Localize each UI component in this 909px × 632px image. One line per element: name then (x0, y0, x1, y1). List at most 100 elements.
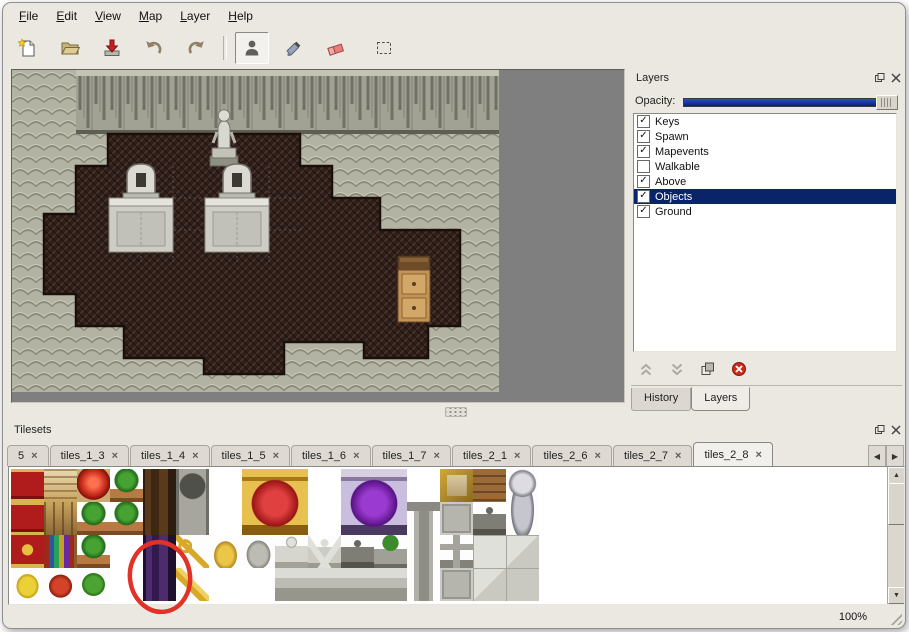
menu-edit[interactable]: Edit (48, 6, 85, 26)
tileset-tab-5[interactable]: 5× (7, 445, 49, 466)
float-panel-icon[interactable] (874, 424, 886, 436)
tileset-tab-tiles_1_3[interactable]: tiles_1_3× (50, 445, 129, 466)
opacity-slider-track[interactable] (683, 98, 898, 107)
tab-close-icon[interactable]: × (755, 450, 761, 460)
tile-door-stone[interactable] (176, 469, 209, 535)
menu-layer[interactable]: Layer (172, 6, 218, 26)
tile-door-purple[interactable] (143, 535, 176, 601)
tab-scroll-right-icon[interactable]: ▶ (886, 445, 904, 467)
tileset-tab-tiles_1_5[interactable]: tiles_1_5× (211, 445, 290, 466)
layer-list[interactable]: ✓Keys✓Spawn✓MapeventsWalkable✓Above✓Obje… (633, 113, 897, 352)
layer-row-walkable[interactable]: Walkable (634, 159, 896, 174)
tileset-tab-tiles_2_7[interactable]: tiles_2_7× (613, 445, 692, 466)
tileset-tab-tiles_1_4[interactable]: tiles_1_4× (130, 445, 209, 466)
tab-close-icon[interactable]: × (675, 451, 681, 461)
new-map-button[interactable] (11, 32, 45, 64)
save-button[interactable] (95, 32, 129, 64)
eraser-tool-button[interactable] (319, 32, 353, 64)
opacity-slider[interactable] (683, 94, 898, 108)
tile-loom-bottom[interactable] (44, 502, 77, 535)
tileset-tab-tiles_2_1[interactable]: tiles_2_1× (452, 445, 531, 466)
tile-banner-emblem[interactable] (11, 535, 44, 568)
tile-bush[interactable] (77, 568, 110, 601)
tileset-content[interactable]: ▲ ▼ (8, 466, 905, 605)
splitter-handle-icon[interactable] (445, 407, 467, 417)
close-panel-icon[interactable] (890, 72, 902, 84)
tile-rock[interactable] (242, 535, 275, 568)
tile-armor[interactable] (506, 469, 539, 535)
tile-loom[interactable] (44, 469, 77, 502)
menu-view[interactable]: View (87, 6, 129, 26)
tile-pot-red[interactable] (44, 568, 77, 601)
layer-checkbox[interactable]: ✓ (637, 130, 650, 143)
tab-close-icon[interactable]: × (353, 451, 359, 461)
tile-stone-block[interactable] (440, 568, 473, 601)
tab-close-icon[interactable]: × (514, 451, 520, 461)
layer-checkbox[interactable] (637, 160, 650, 173)
tile-books[interactable] (44, 535, 77, 568)
tile-horn-gold[interactable] (176, 568, 209, 601)
layer-checkbox[interactable]: ✓ (637, 190, 650, 203)
tileset-tab-tiles_2_6[interactable]: tiles_2_6× (532, 445, 611, 466)
tileset-tab-tiles_1_6[interactable]: tiles_1_6× (291, 445, 370, 466)
tile-cushion-red[interactable] (77, 469, 110, 502)
layer-row-objects[interactable]: ✓Objects (634, 189, 896, 204)
float-panel-icon[interactable] (874, 72, 886, 84)
tab-close-icon[interactable]: × (434, 451, 440, 461)
map-canvas[interactable] (11, 69, 625, 403)
stamp-tool-button[interactable] (235, 32, 269, 64)
tab-close-icon[interactable]: × (112, 451, 118, 461)
tile-vase-plant[interactable] (374, 535, 407, 568)
scroll-up-icon[interactable]: ▲ (888, 467, 905, 484)
tile-picture-frame[interactable] (440, 469, 473, 502)
tile-statue-base[interactable] (374, 568, 407, 601)
tile-banner-red[interactable] (11, 469, 44, 502)
tileset-tab-tiles_2_8[interactable]: tiles_2_8× (693, 442, 772, 466)
tab-close-icon[interactable]: × (273, 451, 279, 461)
panel-tab-history[interactable]: History (631, 388, 691, 411)
tile-throne-purple[interactable] (341, 469, 407, 535)
tile-statue-base[interactable] (308, 568, 341, 601)
tile-statue-base[interactable] (275, 568, 308, 601)
tile-stone-block[interactable] (440, 502, 473, 535)
close-panel-icon[interactable] (890, 424, 902, 436)
tile-gargoyle[interactable] (473, 502, 506, 535)
tab-close-icon[interactable]: × (192, 451, 198, 461)
tile-gargoyle[interactable] (341, 535, 374, 568)
tileset-tab-tiles_1_7[interactable]: tiles_1_7× (372, 445, 451, 466)
open-button[interactable] (53, 32, 87, 64)
horizontal-splitter[interactable] (11, 404, 623, 418)
select-tool-button[interactable] (367, 32, 401, 64)
layer-row-keys[interactable]: ✓Keys (634, 114, 896, 129)
tab-close-icon[interactable]: × (31, 451, 37, 461)
tile-crown-gold[interactable] (209, 535, 242, 568)
opacity-slider-handle[interactable] (876, 95, 898, 110)
tile-plant-pot[interactable] (77, 502, 110, 535)
layer-checkbox[interactable]: ✓ (637, 115, 650, 128)
layer-row-ground[interactable]: ✓Ground (634, 204, 896, 219)
tile-statue-angel[interactable] (308, 535, 341, 568)
tile-throne-red[interactable] (242, 469, 308, 535)
menu-file[interactable]: File (11, 6, 46, 26)
tile-plant-pot[interactable] (110, 502, 143, 535)
layer-checkbox[interactable]: ✓ (637, 145, 650, 158)
layer-row-above[interactable]: ✓Above (634, 174, 896, 189)
resize-grip-icon[interactable] (888, 611, 902, 625)
move-layer-up-button[interactable] (637, 360, 655, 378)
tile-banana[interactable] (11, 568, 44, 601)
panel-tab-layers[interactable]: Layers (691, 387, 750, 411)
fill-tool-button[interactable] (277, 32, 311, 64)
tile-tombstone[interactable] (440, 535, 473, 568)
redo-button[interactable] (179, 32, 213, 64)
tile-stone-light[interactable] (473, 535, 539, 601)
tile-statue-white[interactable] (275, 535, 308, 568)
tile-door-wood[interactable] (143, 469, 176, 535)
duplicate-layer-button[interactable] (699, 360, 717, 378)
tile-shelf-wood[interactable] (473, 469, 506, 502)
scrollbar-thumb[interactable] (888, 483, 905, 525)
tile-plant-pot[interactable] (77, 535, 110, 568)
layer-checkbox[interactable]: ✓ (637, 205, 650, 218)
menu-map[interactable]: Map (131, 6, 170, 26)
tile-statue-base[interactable] (341, 568, 374, 601)
tile-key-gold[interactable] (176, 535, 209, 568)
